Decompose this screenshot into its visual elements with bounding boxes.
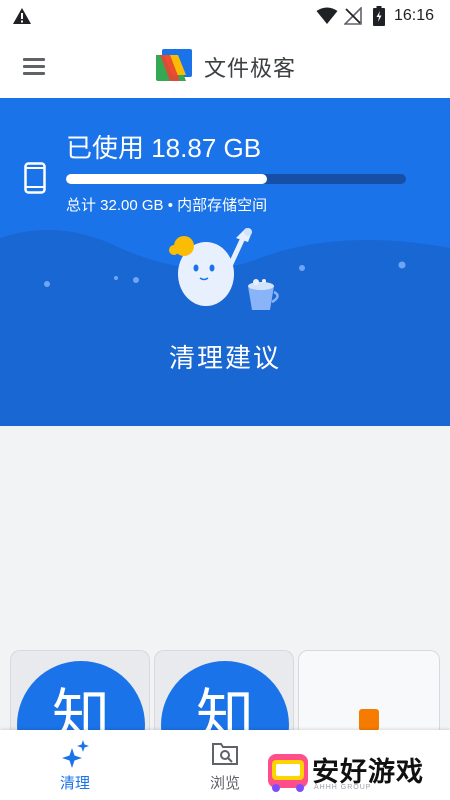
storage-total-text: 总计 32.00 GB • 内部存储空间 xyxy=(66,197,268,214)
menu-button[interactable] xyxy=(18,52,52,80)
app-card-1[interactable]: 知 xyxy=(10,650,150,740)
storage-progress-fill xyxy=(66,174,267,184)
gamepad-logo-icon xyxy=(268,754,308,792)
signal-off-icon xyxy=(344,7,362,25)
browse-icon xyxy=(212,743,238,765)
app-card-3[interactable] xyxy=(298,650,440,740)
wifi-icon xyxy=(316,7,338,24)
watermark: 安好游戏 AHHH GROUP xyxy=(266,744,446,796)
storage-card[interactable]: 已使用 18.87 GB 总计 32.00 GB • 内部存储空间 清理建议 xyxy=(0,98,450,426)
storage-progress-bar xyxy=(66,174,406,184)
phone-icon xyxy=(24,162,46,194)
card-strip: 知 知 xyxy=(10,650,440,740)
nav-clean-label: 清理 xyxy=(59,774,90,792)
status-bar: 16:16 xyxy=(0,0,450,34)
status-time: 16:16 xyxy=(394,7,435,24)
cleaning-suggestions-title[interactable]: 清理建议 xyxy=(0,338,450,375)
storage-used-text: 已使用 18.87 GB xyxy=(66,133,262,163)
app-card-2[interactable]: 知 xyxy=(154,650,294,740)
nav-browse-label: 浏览 xyxy=(209,774,240,792)
files-logo-icon xyxy=(156,49,192,81)
app-bar: 文件极客 xyxy=(0,34,450,98)
app-icon-circle: 知 xyxy=(17,661,145,739)
sparkle-icon xyxy=(62,740,89,768)
alert-icon xyxy=(13,8,31,24)
zip-file-icon xyxy=(359,709,379,731)
app-icon-circle: 知 xyxy=(161,661,289,739)
nav-browse[interactable]: 浏览 xyxy=(170,730,280,800)
app-title: 文件极客 xyxy=(204,57,297,82)
battery-icon xyxy=(373,6,385,26)
mascot-illustration xyxy=(169,228,279,310)
nav-clean[interactable]: 清理 xyxy=(20,730,130,800)
watermark-subtext: AHHH GROUP xyxy=(314,784,372,791)
